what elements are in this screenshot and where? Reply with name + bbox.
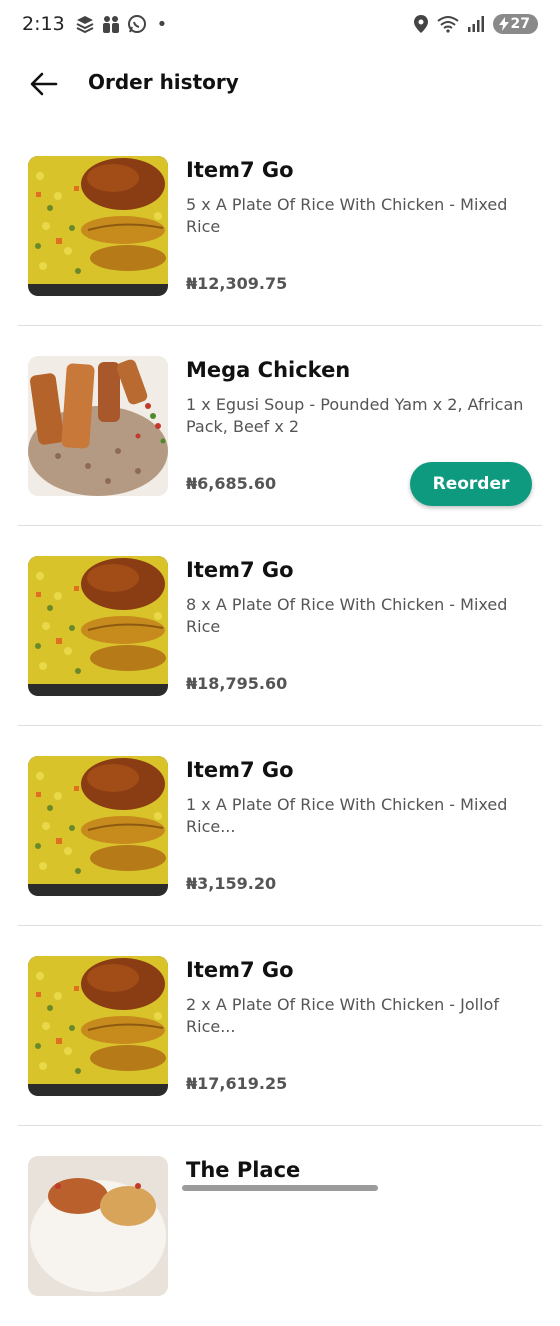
store-name: The Place [186, 1158, 301, 1182]
order-description: 1 x A Plate Of Rice With Chicken - Mixed… [186, 795, 508, 836]
order-item[interactable]: Mega Chicken 1 x Egusi Soup - Pounded Ya… [0, 326, 560, 526]
app-header: Order history [0, 56, 560, 110]
notification-icons: • [75, 13, 168, 35]
system-icons: 27 [413, 14, 538, 34]
whatsapp-icon [127, 15, 146, 33]
order-price: ₦12,309.75 [186, 274, 288, 293]
signal-icon [467, 16, 484, 32]
food-image [28, 756, 168, 896]
food-image [28, 956, 168, 1096]
food-image [28, 556, 168, 696]
store-name: Item7 Go [186, 958, 294, 982]
reorder-button[interactable]: Reorder [410, 462, 532, 506]
stack-app-icon [76, 16, 94, 34]
order-item[interactable]: The Place [0, 1126, 560, 1326]
home-indicator[interactable] [182, 1185, 378, 1191]
order-item[interactable]: Item7 Go 5 x A Plate Of Rice With Chicke… [0, 126, 560, 326]
order-description: 5 x A Plate Of Rice With Chicken - Mixed… [186, 195, 508, 236]
order-price: ₦6,685.60 [186, 474, 277, 493]
order-price: ₦18,795.60 [186, 674, 288, 693]
location-icon [413, 15, 428, 33]
status-dot: • [156, 13, 168, 35]
order-item[interactable]: Item7 Go 8 x A Plate Of Rice With Chicke… [0, 526, 560, 726]
order-list: Item7 Go 5 x A Plate Of Rice With Chicke… [0, 126, 560, 1326]
food-image [28, 1156, 168, 1296]
store-name: Item7 Go [186, 758, 294, 782]
arrow-left-icon[interactable] [28, 68, 60, 100]
battery-indicator: 27 [492, 14, 538, 34]
order-description: 2 x A Plate Of Rice With Chicken - Jollo… [186, 995, 499, 1036]
store-name: Mega Chicken [186, 358, 351, 382]
battery-level: 27 [510, 16, 530, 32]
order-item[interactable]: Item7 Go 2 x A Plate Of Rice With Chicke… [0, 926, 560, 1126]
order-description: 8 x A Plate Of Rice With Chicken - Mixed… [186, 595, 508, 636]
order-price: ₦3,159.20 [186, 874, 277, 893]
store-name: Item7 Go [186, 558, 294, 582]
food-image [28, 156, 168, 296]
food-image [28, 356, 168, 496]
charging-icon [498, 17, 509, 31]
order-item[interactable]: Item7 Go 1 x A Plate Of Rice With Chicke… [0, 726, 560, 926]
wifi-icon [436, 16, 459, 33]
page-title: Order history [88, 70, 239, 94]
status-bar: 2:13 • 27 [0, 0, 560, 48]
people-icon [102, 16, 119, 33]
order-description: 1 x Egusi Soup - Pounded Yam x 2, Africa… [186, 395, 524, 436]
order-price: ₦17,619.25 [186, 1074, 288, 1093]
status-time: 2:13 [22, 13, 65, 35]
store-name: Item7 Go [186, 158, 294, 182]
